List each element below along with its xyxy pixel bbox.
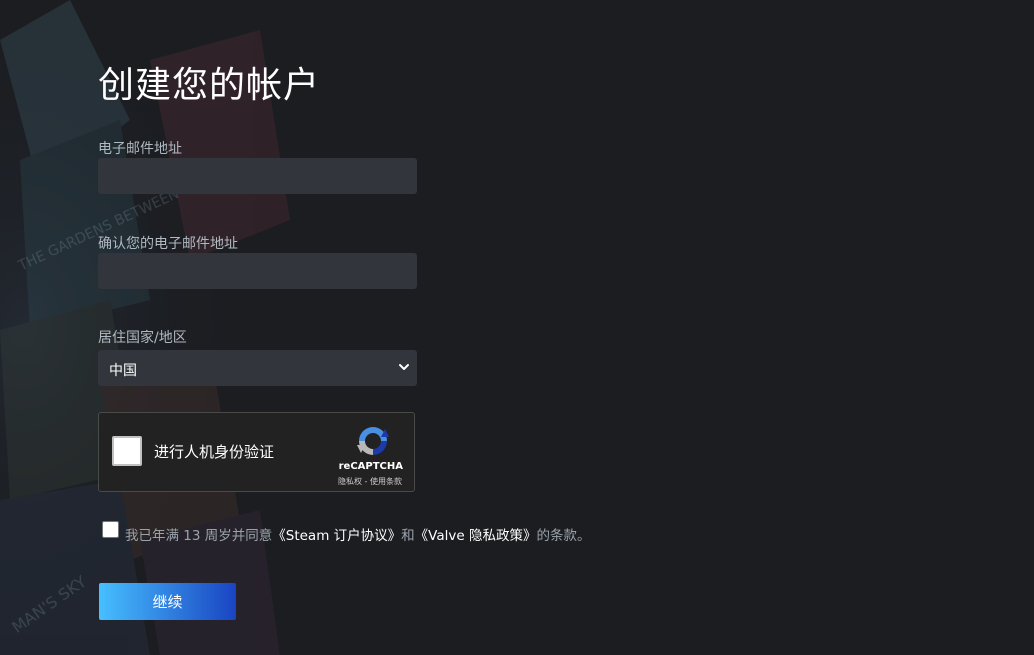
recaptcha-logo-icon xyxy=(357,427,389,455)
agreement-middle: 和 xyxy=(401,528,415,544)
country-label: 居住国家/地区 xyxy=(98,330,187,346)
recaptcha-terms-link[interactable]: 使用条款 xyxy=(370,477,402,486)
confirm-email-label: 确认您的电子邮件地址 xyxy=(98,236,238,252)
recaptcha-link-separator: - xyxy=(362,477,370,486)
valve-privacy-policy-link[interactable]: 《Valve 隐私政策》 xyxy=(415,528,537,544)
chevron-down-icon xyxy=(399,364,409,370)
agreement-suffix: 的条款。 xyxy=(536,528,591,544)
recaptcha-privacy-link[interactable]: 隐私权 xyxy=(338,477,362,486)
recaptcha-links: 隐私权 - 使用条款 xyxy=(338,476,402,487)
email-input[interactable] xyxy=(98,158,417,194)
country-select[interactable]: 中国 xyxy=(98,350,417,386)
age-agreement-checkbox[interactable] xyxy=(102,521,119,538)
recaptcha-brand: reCAPTCHA xyxy=(338,461,403,472)
continue-button[interactable]: 继续 xyxy=(99,583,236,620)
recaptcha-label: 进行人机身份验证 xyxy=(154,443,275,461)
age-agreement-row: 我已年满 13 周岁并同意《Steam 订户协议》和《Valve 隐私政策》的条… xyxy=(98,520,658,544)
mans-sky-art-text: MAN'S SKY xyxy=(8,572,90,637)
country-select-value: 中国 xyxy=(109,363,137,379)
recaptcha-widget: 进行人机身份验证 reCAPTCHA 隐私权 - 使用条款 xyxy=(98,412,415,492)
agreement-prefix: 我已年满 13 周岁并同意 xyxy=(125,528,273,544)
recaptcha-checkbox[interactable] xyxy=(112,436,142,466)
age-agreement-text: 我已年满 13 周岁并同意《Steam 订户协议》和《Valve 隐私政策》的条… xyxy=(125,524,590,544)
email-label: 电子邮件地址 xyxy=(98,141,182,157)
steam-subscriber-agreement-link[interactable]: 《Steam 订户协议》 xyxy=(272,528,401,544)
page-title: 创建您的帐户 xyxy=(98,65,321,106)
confirm-email-input[interactable] xyxy=(98,253,417,289)
